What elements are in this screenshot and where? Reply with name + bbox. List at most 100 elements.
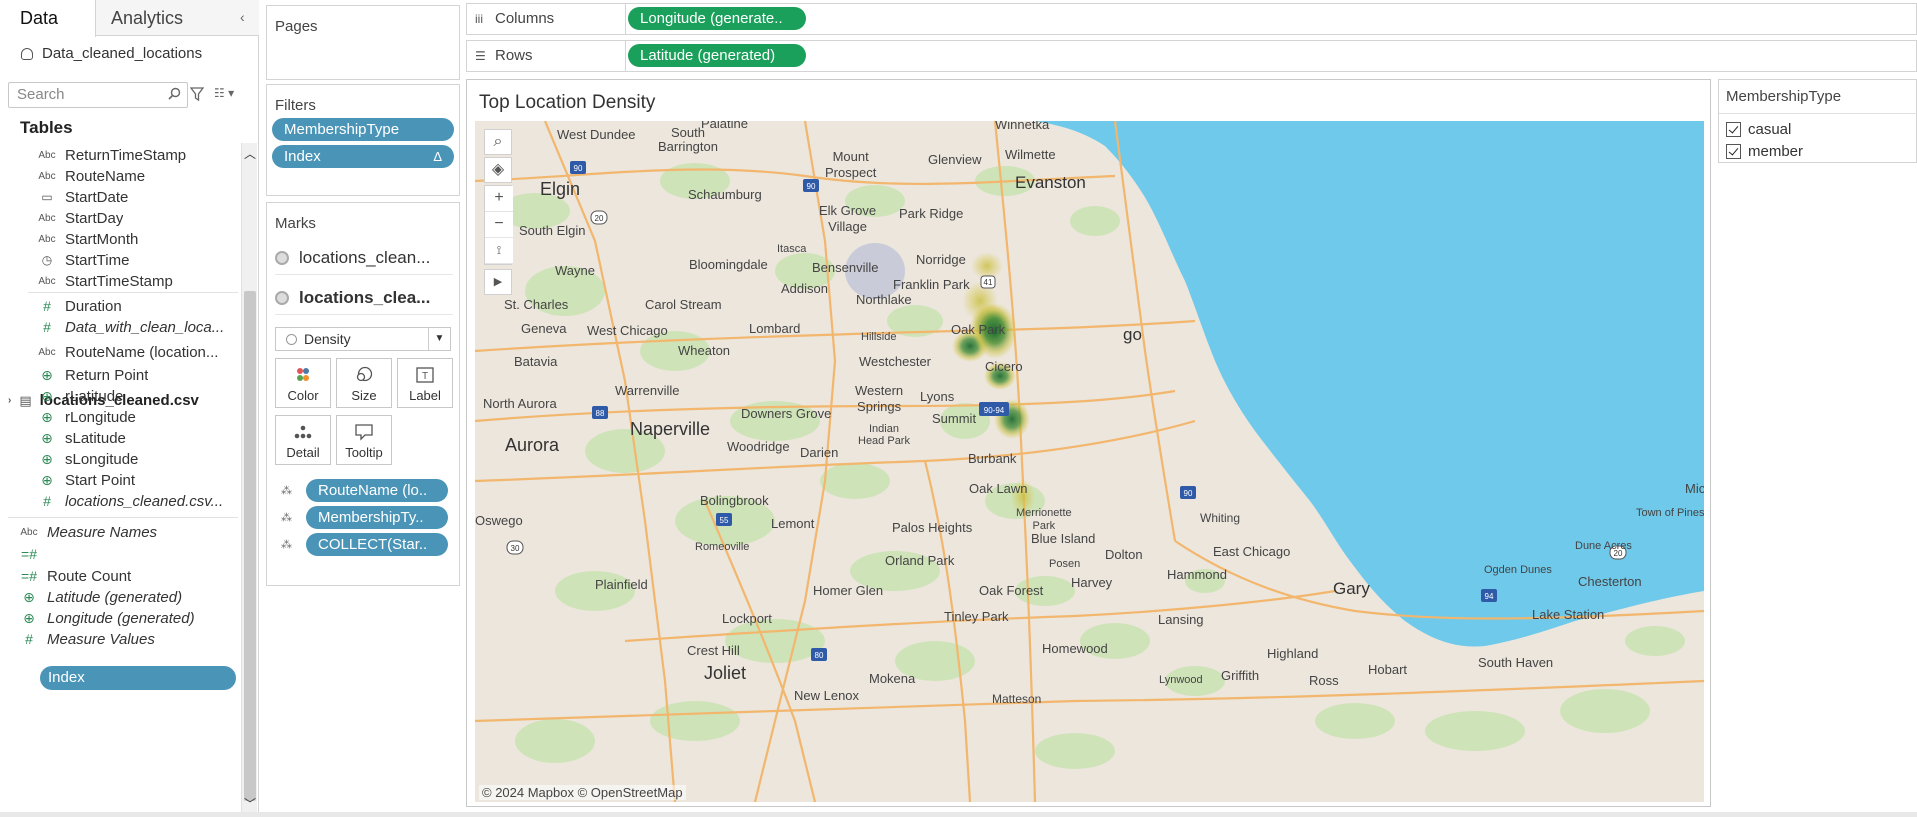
checkbox-checked[interactable] bbox=[1726, 121, 1741, 137]
place-label: Dolton bbox=[1105, 547, 1143, 562]
zoom-out-icon[interactable]: − bbox=[485, 212, 513, 238]
place-label: Northlake bbox=[856, 292, 912, 307]
map-layers-icon[interactable]: ◈ bbox=[484, 157, 512, 183]
detail-icon: ⁂ bbox=[281, 539, 292, 551]
tab-data[interactable]: Data bbox=[0, 0, 96, 37]
detail-card[interactable]: Detail bbox=[275, 415, 331, 465]
collapse-caret-icon[interactable]: › bbox=[8, 395, 11, 406]
size-card[interactable]: Size bbox=[336, 358, 392, 408]
density-map[interactable]: 90 90 20 41 88 90-94 90 30 55 80 94 20 P… bbox=[475, 121, 1704, 802]
zoom-in-icon[interactable]: + bbox=[485, 186, 513, 212]
place-label: Wheaton bbox=[678, 343, 731, 358]
checkbox-checked[interactable] bbox=[1726, 143, 1741, 159]
place-label: Romeoville bbox=[695, 541, 750, 553]
filter-pill-index[interactable]: Index Δ bbox=[272, 145, 454, 168]
place-label: Darien bbox=[800, 445, 839, 460]
place-label: Westchester bbox=[859, 354, 932, 369]
field-measure-values[interactable]: # Measure Values bbox=[20, 628, 155, 650]
detail-pill-membershiptype[interactable]: MembershipTy.. bbox=[306, 506, 448, 529]
field-slatitude[interactable]: ⊕ sLatitude bbox=[38, 427, 126, 449]
scroll-down-icon[interactable]: ﹀ bbox=[243, 797, 257, 811]
field-routename[interactable]: Abc RouteName bbox=[38, 165, 145, 187]
field-duration[interactable]: # Duration bbox=[38, 295, 122, 317]
field-list-scrollbar[interactable]: ︿ ﹀ bbox=[241, 143, 257, 813]
field-starttime[interactable]: ◷ StartTime bbox=[38, 249, 130, 271]
map-search-icon[interactable]: ⌕ bbox=[484, 129, 512, 155]
columns-pill-longitude[interactable]: Longitude (generate.. bbox=[628, 7, 806, 30]
field-route-count[interactable]: =# Route Count bbox=[20, 565, 131, 587]
place-label: Warrenville bbox=[615, 383, 680, 398]
field-slongitude[interactable]: ⊕ sLongitude bbox=[38, 448, 138, 470]
detail-pill-collect-start[interactable]: COLLECT(Star.. bbox=[306, 533, 448, 556]
place-label: West Chicago bbox=[587, 323, 668, 338]
color-card[interactable]: Color bbox=[275, 358, 331, 408]
divider bbox=[8, 517, 238, 518]
place-label: New Lenox bbox=[794, 688, 860, 703]
rows-shelf[interactable]: ☰ Rows Latitude (generated) bbox=[466, 40, 1917, 72]
filter-pill-membershiptype[interactable]: MembershipType bbox=[272, 118, 454, 141]
place-label: Joliet bbox=[704, 663, 747, 683]
place-label: Palos Heights bbox=[892, 520, 973, 535]
place-label: Posen bbox=[1049, 558, 1081, 570]
pin-map-icon[interactable]: ⟟ bbox=[485, 238, 513, 264]
field-startdate[interactable]: ▭ StartDate bbox=[38, 186, 128, 208]
datasource-row[interactable]: Data_cleaned_locations bbox=[20, 43, 202, 63]
scroll-thumb[interactable] bbox=[244, 291, 256, 801]
pages-shelf[interactable]: Pages bbox=[266, 5, 460, 80]
filters-shelf[interactable]: Filters MembershipType Index Δ bbox=[266, 84, 460, 196]
place-label: Woodridge bbox=[727, 439, 790, 454]
field-start-point[interactable]: ⊕ Start Point bbox=[38, 469, 135, 491]
place-label: Summit bbox=[932, 411, 977, 426]
svg-text:94: 94 bbox=[1485, 592, 1494, 601]
field-data-with-clean-locations[interactable]: # Data_with_clean_loca... bbox=[38, 316, 224, 338]
calc-number-type-icon: =# bbox=[21, 568, 37, 584]
place-label: Bolingbrook bbox=[700, 493, 769, 508]
columns-shelf[interactable]: iii Columns Longitude (generate.. bbox=[466, 3, 1917, 35]
place-label: Carol Stream bbox=[645, 297, 722, 312]
field-index-selected[interactable]: Index bbox=[40, 666, 236, 690]
collapse-chevron-left-icon[interactable]: ‹ bbox=[240, 9, 254, 25]
field-measure-names[interactable]: Abc Measure Names bbox=[20, 521, 157, 543]
svg-text:41: 41 bbox=[984, 278, 993, 287]
field-index[interactable]: =# bbox=[20, 543, 38, 565]
field-latitude-generated[interactable]: ⊕ Latitude (generated) bbox=[20, 586, 182, 608]
search-input[interactable]: Search bbox=[8, 82, 188, 108]
tooltip-card[interactable]: Tooltip bbox=[336, 415, 392, 465]
field-routename-locations[interactable]: Abc RouteName (location... bbox=[38, 341, 218, 363]
label-card[interactable]: T Label bbox=[397, 358, 453, 408]
mark-type-dropdown[interactable]: Density ▼ bbox=[275, 327, 451, 351]
legend-item-casual[interactable]: casual bbox=[1726, 120, 1791, 138]
rows-pill-latitude[interactable]: Latitude (generated) bbox=[628, 44, 806, 67]
field-starttimestamp[interactable]: Abc StartTimeStamp bbox=[38, 270, 172, 292]
number-type-icon: # bbox=[25, 631, 33, 647]
field-locations-cleaned-count[interactable]: # locations_cleaned.csv... bbox=[38, 490, 223, 512]
field-rlongitude[interactable]: ⊕ rLongitude bbox=[38, 406, 136, 428]
chevron-down-icon: ▼ bbox=[428, 328, 450, 350]
place-label: Whiting bbox=[1200, 511, 1241, 525]
color-palette-icon bbox=[297, 368, 309, 381]
svg-text:90: 90 bbox=[1184, 489, 1193, 498]
scroll-up-icon[interactable]: ︿ bbox=[243, 147, 257, 161]
tab-analytics[interactable]: Analytics bbox=[96, 0, 236, 36]
filter-icon[interactable] bbox=[190, 86, 204, 102]
mark-layer-1[interactable]: locations_clean... bbox=[275, 241, 453, 275]
field-startmonth[interactable]: Abc StartMonth bbox=[38, 228, 138, 250]
detail-pill-routename[interactable]: RouteName (lo.. bbox=[306, 479, 448, 502]
place-label: Orland Park bbox=[885, 553, 955, 568]
string-type-icon: Abc bbox=[38, 149, 56, 161]
detail-icon: ⁂ bbox=[281, 512, 292, 524]
field-rlatitude[interactable]: ⊕ rLatitude bbox=[38, 385, 123, 407]
mark-layer-2[interactable]: locations_clea... bbox=[275, 281, 453, 315]
number-type-icon: # bbox=[43, 319, 51, 335]
place-label: Elgin bbox=[540, 179, 581, 199]
place-label: South Haven bbox=[1478, 655, 1554, 670]
field-returntimestamp[interactable]: Abc ReturnTimeStamp bbox=[38, 144, 186, 166]
field-startday[interactable]: Abc StartDay bbox=[38, 207, 123, 229]
view-list-icon[interactable]: ☷ ▾ bbox=[214, 86, 244, 102]
field-return-point[interactable]: ⊕ Return Point bbox=[38, 364, 148, 386]
legend-item-member[interactable]: member bbox=[1726, 142, 1803, 160]
svg-text:90-94: 90-94 bbox=[984, 406, 1005, 415]
map-tools-arrow-icon[interactable]: ▶ bbox=[484, 269, 512, 295]
field-longitude-generated[interactable]: ⊕ Longitude (generated) bbox=[20, 607, 195, 629]
string-type-icon: Abc bbox=[20, 526, 38, 538]
